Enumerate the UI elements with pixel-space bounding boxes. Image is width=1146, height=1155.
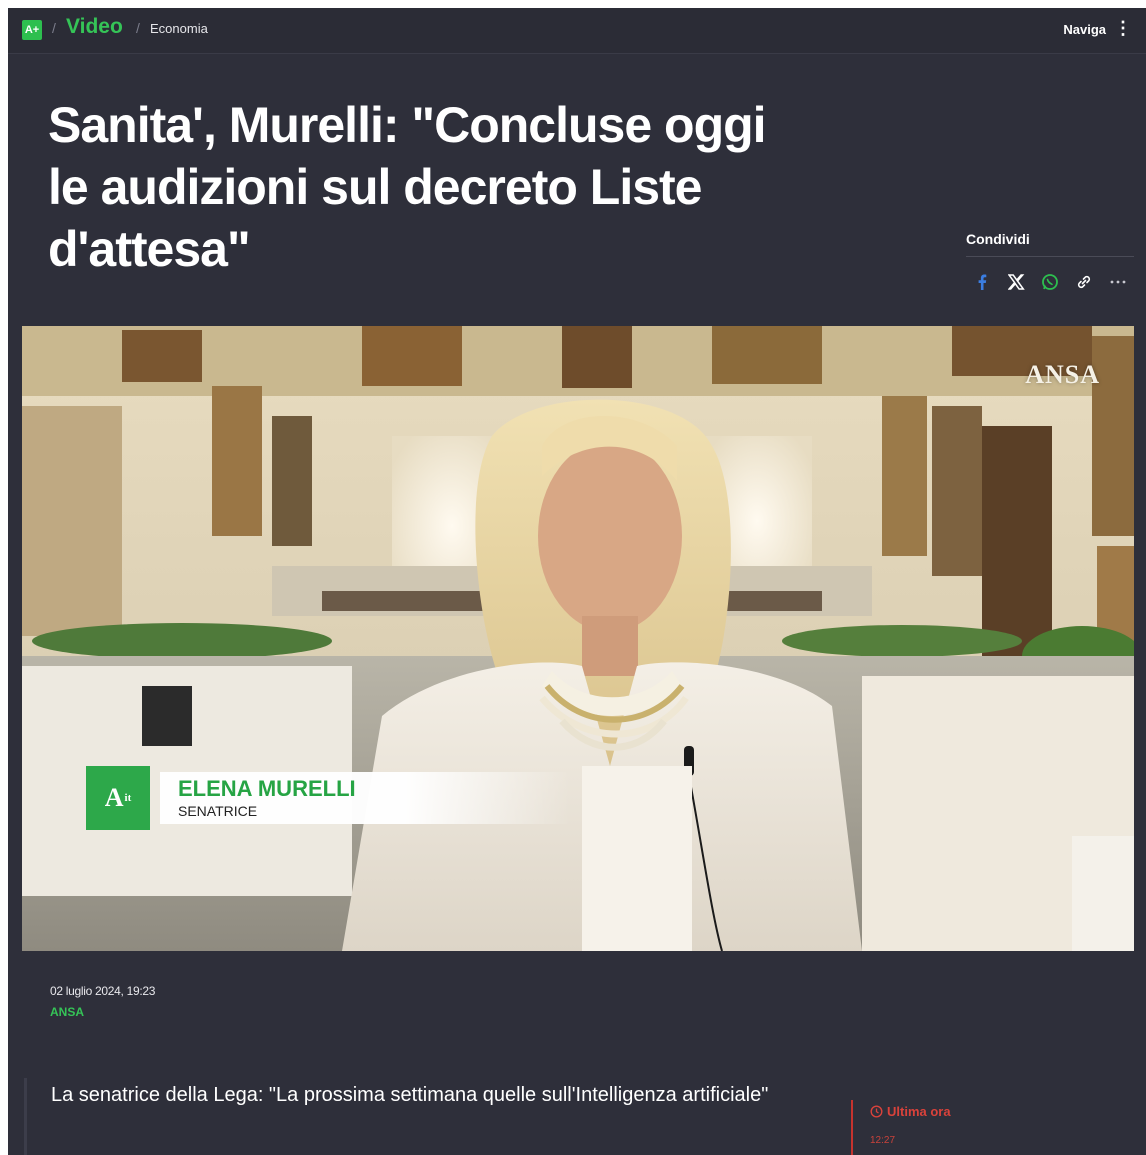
video-player[interactable]: ANSA Ait ELENA MURELLI SENATRICE (22, 326, 1134, 951)
clock-icon (870, 1105, 883, 1118)
whatsapp-icon[interactable] (1040, 272, 1060, 292)
facebook-icon[interactable] (972, 272, 992, 292)
latest-news-bar (851, 1100, 853, 1155)
link-icon[interactable] (1074, 272, 1094, 292)
x-icon[interactable] (1006, 272, 1026, 292)
breadcrumb-economia-link[interactable]: Economia (150, 21, 208, 36)
article-subtitle: La senatrice della Lega: "La prossima se… (24, 1078, 804, 1155)
source-link[interactable]: ANSA (50, 1005, 84, 1019)
share-icons (972, 272, 1128, 292)
share-divider (966, 256, 1134, 257)
publish-date: 02 luglio 2024, 19:23 (50, 984, 156, 998)
article-title: Sanita', Murelli: "Concluse oggi le audi… (48, 97, 767, 277)
person-role: SENATRICE (178, 803, 258, 819)
agenzia-logo: Ait (86, 766, 150, 830)
ansa-watermark: ANSA (1025, 360, 1100, 389)
breadcrumb-video-link[interactable]: Video (66, 15, 123, 39)
page: A+ / Video / Economia Naviga ⋮ Sanita', … (8, 8, 1146, 1155)
breadcrumb-separator: / (52, 20, 56, 36)
latest-news-label[interactable]: Ultima ora (870, 1104, 951, 1119)
latest-news-time: 12:27 (870, 1135, 896, 1146)
top-bar: A+ / Video / Economia Naviga ⋮ (8, 8, 1146, 54)
kebab-icon[interactable]: ⋮ (1114, 19, 1132, 37)
more-icon[interactable] (1108, 272, 1128, 292)
video-frame-image (22, 326, 1134, 951)
breadcrumb-separator: / (136, 20, 140, 36)
person-name: ELENA MURELLI (178, 776, 356, 801)
site-logo[interactable]: A+ (22, 20, 42, 40)
naviga-menu-button[interactable]: Naviga (1063, 22, 1106, 37)
share-label: Condividi (966, 231, 1030, 247)
